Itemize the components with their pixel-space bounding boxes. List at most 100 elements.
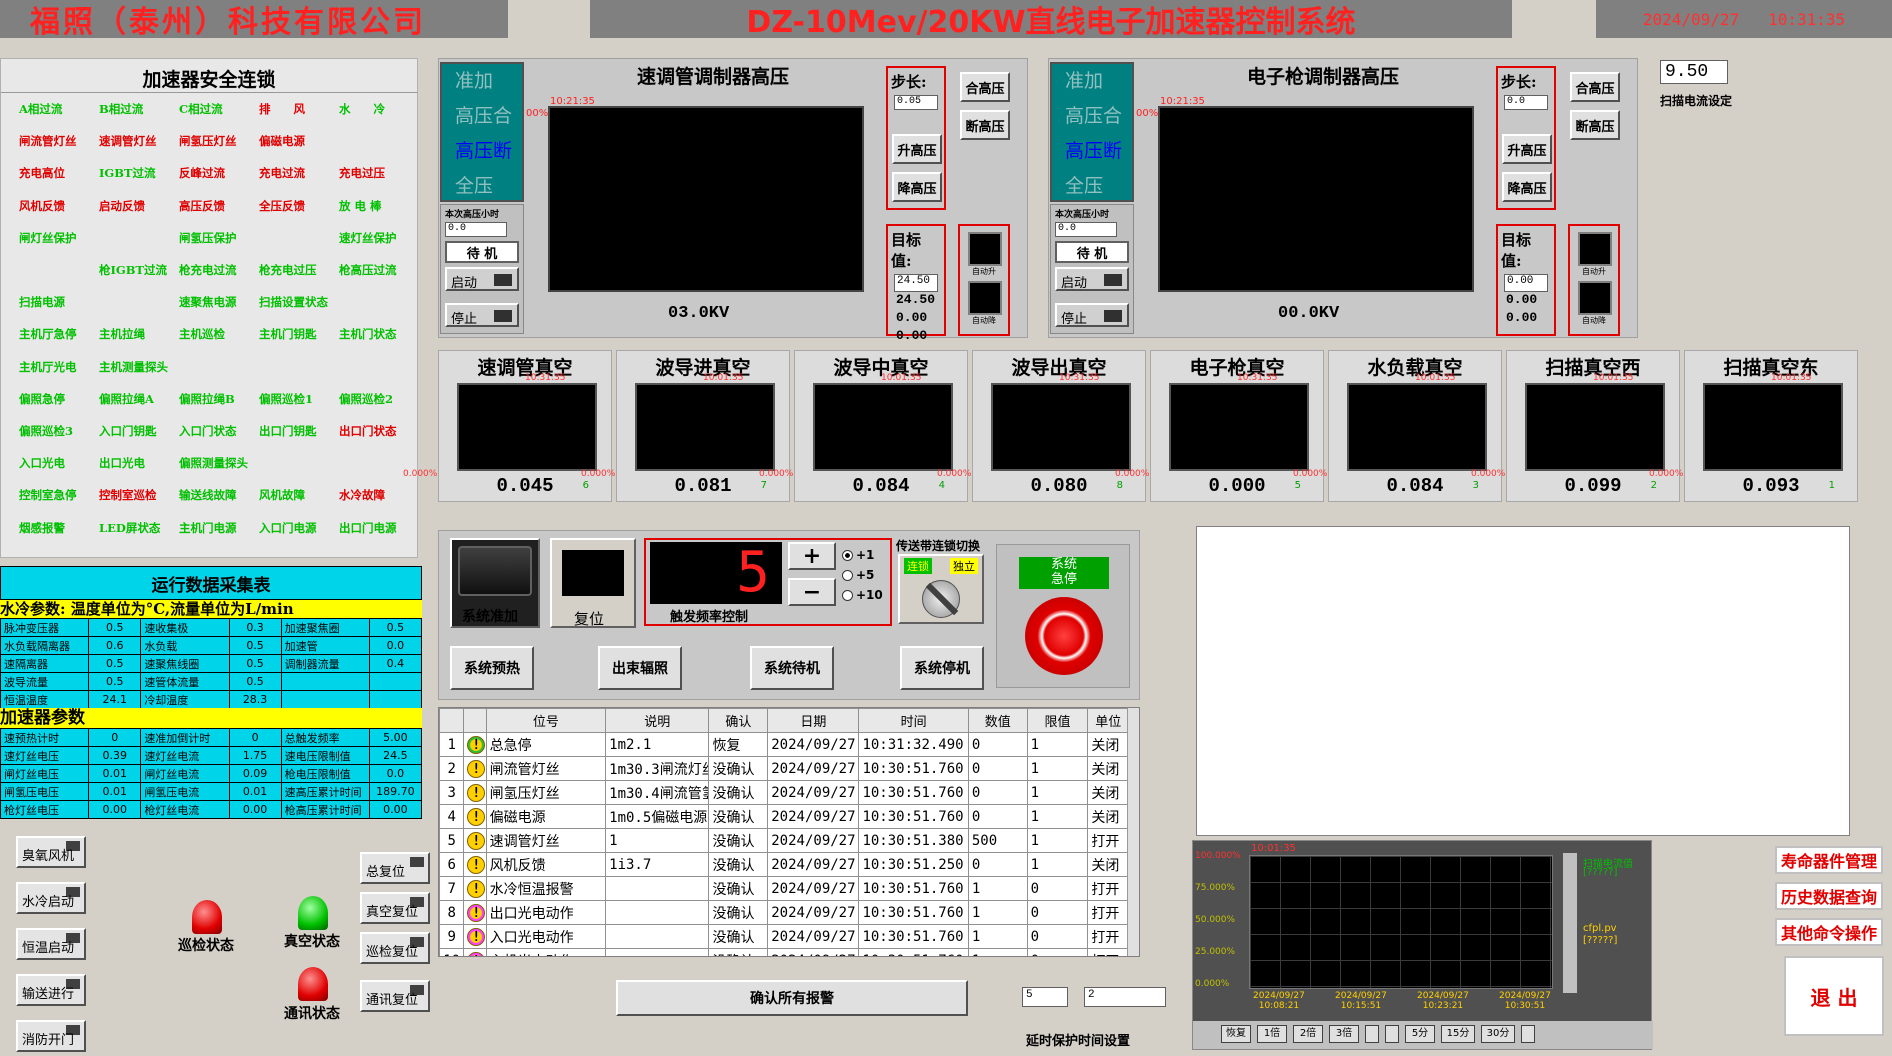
vacuum-time: 10:01:35 [881,373,922,383]
vacuum-scope [1169,383,1309,471]
trend-scrollbar[interactable] [1563,853,1577,993]
alarm-row[interactable]: 3! 闸氢压灯丝 1m30.4闸流管氢 没确认 2024/09/27 10:30:51.7… [439,780,1129,805]
trend-tool-button[interactable]: 1倍 [1257,1025,1287,1043]
alarm-row[interactable]: 2! 闸流管灯丝 1m30.3闸流灯丝 没确认 2024/09/27 10:30:51.7… [439,756,1129,781]
trend-tool-button[interactable]: 2倍 [1293,1025,1323,1043]
side-button-right[interactable]: 巡检复位 [360,932,430,964]
trend-tool-button[interactable] [1521,1025,1535,1043]
side-button-left[interactable]: 臭氧风机 [16,836,86,868]
alarm-cell: 2024/09/27 [767,804,860,829]
delay-input-2[interactable]: 2 [1084,987,1166,1007]
auto-down-button[interactable] [1578,281,1612,315]
start-button[interactable]: 启动 [1055,267,1129,291]
beam-button[interactable]: 出束辐照 [598,646,682,690]
history-button[interactable]: 历史数据查询 [1775,882,1883,910]
standby-button[interactable]: 待 机 [1055,241,1129,263]
freq-step-radio[interactable]: +1 [842,548,874,562]
warning-icon: ! [467,735,486,754]
side-button-right[interactable]: 真空复位 [360,892,430,924]
readout-value: 24.50 [896,292,936,307]
hours-label: 本次高压小时 [1055,210,1110,220]
trend-tool-button[interactable]: 3倍 [1329,1025,1359,1043]
hours-input[interactable]: 0.0 [445,222,507,237]
stop-button[interactable]: 停止 [445,303,519,327]
step-input[interactable]: 0.05 [894,95,938,110]
alarm-header [439,708,465,733]
side-button-left[interactable]: 恒温启动 [16,928,86,960]
start-button[interactable]: 启动 [445,267,519,291]
lifetime-button[interactable]: 寿命器件管理 [1775,846,1883,874]
trend-y-label: 25.000% [1195,947,1236,957]
side-button-left[interactable]: 输送进行 [16,974,86,1006]
trend-tool-button[interactable] [1385,1025,1399,1043]
acc-title: 加速器参数 [0,708,422,728]
warning-icon: ! [467,855,486,874]
indicator-icon [1104,274,1122,286]
other-commands-button[interactable]: 其他命令操作 [1775,918,1883,946]
trend-tool-button[interactable]: 恢复 [1221,1025,1251,1043]
raise-hv-button[interactable]: 升高压 [892,134,942,164]
freq-minus-button[interactable]: − [788,578,836,606]
interlock-item: 偏照拉绳A [99,391,154,406]
data-value: 0 [88,728,142,747]
hv-off-button[interactable]: 断高压 [960,110,1010,140]
target-input[interactable]: 0.00 [1504,274,1548,292]
standby-button[interactable]: 待 机 [445,241,519,263]
freq-plus-button[interactable]: + [788,542,836,570]
confirm-all-button[interactable]: 确认所有报警 [616,980,968,1016]
alarm-row[interactable]: 9! 入口光电动作 没确认 2024/09/27 10:30:51.760 1 0 打开 [439,924,1129,949]
auto-down-button[interactable] [968,281,1002,315]
alarm-row[interactable]: 6! 风机反馈 1i3.7 没确认 2024/09/27 10:30:51.250 0 1 关闭 [439,852,1129,877]
standby-button[interactable]: 系统待机 [750,646,834,690]
alarm-row[interactable]: 1! 总急停 1m2.1 恢复 2024/09/27 10:31:32.490 0 1 关闭 [439,732,1129,757]
vacuum-time: 10:31:35 [1059,373,1100,383]
alarm-table[interactable]: 位号 说明 确认 日期 时间 数值 限值 单位 1! 总急停 1m2.1 恢复 2024/09/27 10… [438,707,1140,957]
interlock-panel: 加速器安全连锁 A相过流 B相过流 C相过流 排 风 水 冷闸流管灯丝 速调管灯丝 闸氢压灯… [0,58,418,558]
delay-input-1[interactable]: 5 [1022,987,1068,1007]
scan-current-input[interactable]: 9.50 [1660,60,1728,84]
conveyor-switch[interactable]: 连锁 独立 [898,554,984,624]
side-button-left[interactable]: 水冷启动 [16,882,86,914]
freq-step-radio[interactable]: +5 [842,568,874,582]
alarm-row[interactable]: 5! 速调管灯丝 1 没确认 2024/09/27 10:30:51.380 500 1 打开 [439,828,1129,853]
side-button-label: 真空复位 [366,905,419,920]
alarm-row[interactable]: 7! 水冷恒温报警 没确认 2024/09/27 10:30:51.760 1 0 打开 [439,876,1129,901]
state-label: 高压断 [455,140,513,162]
trend-tool-button[interactable]: 5分 [1405,1025,1435,1043]
trend-tool-button[interactable] [1365,1025,1379,1043]
target-input[interactable]: 24.50 [894,274,938,292]
indicator-icon [1104,310,1122,322]
stop-button[interactable]: 停止 [1055,303,1129,327]
target-value: 24.50 [897,275,931,287]
trend-tool-button[interactable]: 30分 [1481,1025,1515,1043]
raise-hv-button[interactable]: 升高压 [1502,134,1552,164]
lower-hv-button[interactable]: 降高压 [892,172,942,202]
hours-input[interactable]: 0.0 [1055,222,1117,237]
interlock-item: 速灯丝保护 [339,230,397,245]
interlock-item: 入口光电 [19,456,65,471]
halt-button[interactable]: 系统停机 [900,646,984,690]
side-button-left[interactable]: 消防开门 [16,1020,86,1052]
modulator-title: 速调管调制器高压 [636,66,789,88]
alarm-row[interactable]: 4! 偏磁电源 1m0.5偏磁电源 没确认 2024/09/27 10:30:51.760… [439,804,1129,829]
trend-tool-button[interactable]: 15分 [1441,1025,1475,1043]
data-value: 0.0 [368,636,423,655]
freq-step-radio[interactable]: +10 [842,588,883,602]
hv-on-button[interactable]: 合高压 [1570,72,1620,102]
side-button-right[interactable]: 总复位 [360,852,430,884]
hv-off-button[interactable]: 断高压 [1570,110,1620,140]
step-input[interactable]: 0.0 [1504,95,1548,110]
preheat-button[interactable]: 系统预热 [450,646,534,690]
interlock-item: 烟感报警 [19,520,65,535]
hv-on-button[interactable]: 合高压 [960,72,1010,102]
exit-button[interactable]: 退 出 [1784,956,1884,1036]
lower-hv-button[interactable]: 降高压 [1502,172,1552,202]
alarm-row[interactable]: 8! 出口光电动作 没确认 2024/09/27 10:30:51.760 1 0 打开 [439,900,1129,925]
auto-up-button[interactable] [968,232,1002,266]
estop-button[interactable] [1025,597,1103,675]
auto-up-button[interactable] [1578,232,1612,266]
alarm-scrollbar[interactable] [1127,708,1139,956]
alarm-row[interactable]: 10!主机光电动作没确认2024/09/2710:30:51.76010打开 [439,948,1129,956]
target-value: 0.00 [1507,275,1534,287]
side-button-right[interactable]: 通讯复位 [360,980,430,1012]
